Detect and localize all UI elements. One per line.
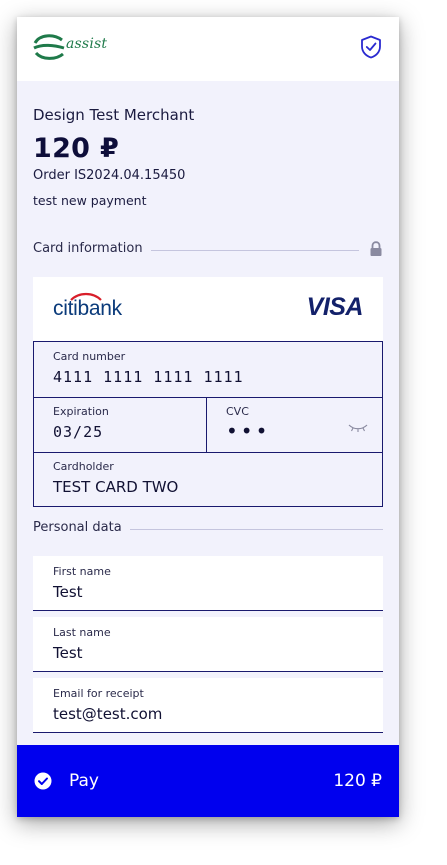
merchant-name: Design Test Merchant	[33, 106, 195, 124]
cardholder-value: TEST CARD TWO	[53, 478, 179, 496]
pay-button[interactable]: Pay 120 ₽	[17, 745, 399, 817]
payment-amount: 120 ₽	[33, 133, 120, 164]
citibank-arc-icon	[70, 292, 102, 301]
personal-data-header: Personal data	[33, 520, 383, 538]
section-divider	[129, 529, 383, 530]
assist-logo-icon	[33, 34, 65, 60]
assist-logo: assist	[32, 31, 108, 63]
expiration-field[interactable]: Expiration 03/25	[34, 397, 206, 452]
cvc-label: CVC	[226, 405, 249, 418]
lock-icon	[370, 241, 382, 256]
first-name-field[interactable]: First name Test	[33, 556, 383, 611]
expiration-cvc-row: Expiration 03/25 CVC •••	[34, 397, 382, 453]
email-label: Email for receipt	[53, 687, 144, 700]
cvc-value: •••	[226, 419, 271, 443]
expiration-label: Expiration	[53, 405, 109, 418]
card-number-field[interactable]: Card number 4111 1111 1111 1111	[34, 342, 382, 398]
card-brand-panel: citibank VISA	[33, 277, 383, 341]
cardholder-field[interactable]: Cardholder TEST CARD TWO	[34, 452, 382, 506]
payment-page: assist Design Test Merchant 120 ₽ Order …	[17, 17, 399, 817]
card-information-title: Card information	[33, 241, 151, 256]
order-number: Order IS2024.04.15450	[33, 168, 186, 183]
email-value: test@test.com	[53, 705, 163, 723]
pay-label: Pay	[69, 771, 99, 791]
card-number-label: Card number	[53, 350, 126, 363]
first-name-value: Test	[53, 583, 83, 601]
payment-description: test new payment	[33, 193, 147, 208]
email-field[interactable]: Email for receipt test@test.com	[33, 678, 383, 733]
card-fields: Card number 4111 1111 1111 1111 Expirati…	[33, 341, 383, 507]
card-number-value: 4111 1111 1111 1111	[53, 368, 244, 386]
expiration-value: 03/25	[53, 423, 104, 441]
cardholder-label: Cardholder	[53, 460, 114, 473]
shield-check-icon[interactable]	[360, 35, 382, 59]
header: assist	[17, 17, 399, 81]
personal-data-title: Personal data	[33, 520, 130, 535]
logo-text: assist	[66, 36, 108, 52]
check-circle-icon	[34, 772, 52, 790]
section-divider	[151, 250, 359, 251]
visa-logo: VISA	[306, 293, 364, 321]
last-name-field[interactable]: Last name Test	[33, 617, 383, 672]
card-information-header: Card information	[33, 241, 383, 259]
eye-closed-icon[interactable]	[348, 423, 368, 433]
last-name-label: Last name	[53, 626, 111, 639]
last-name-value: Test	[53, 644, 83, 662]
first-name-label: First name	[53, 565, 111, 578]
pay-amount: 120 ₽	[333, 771, 382, 791]
